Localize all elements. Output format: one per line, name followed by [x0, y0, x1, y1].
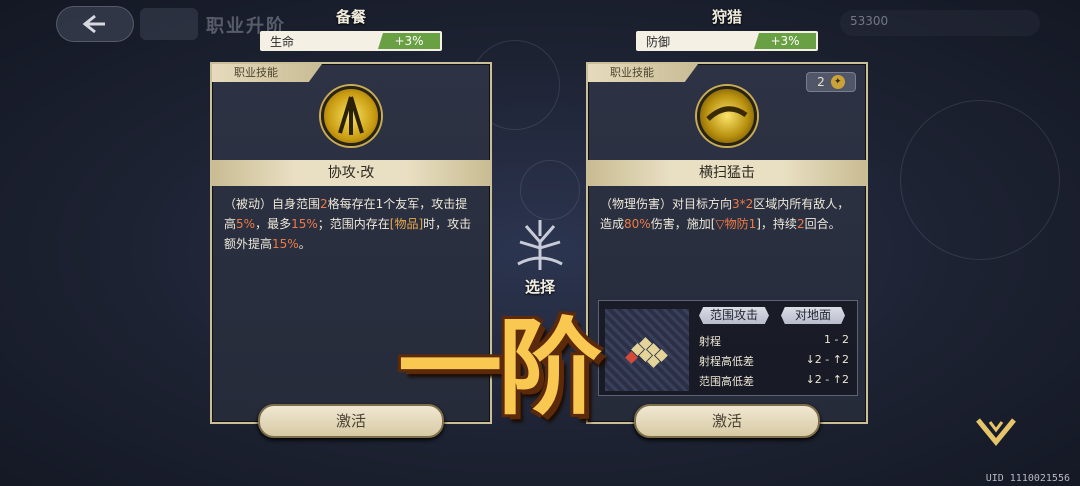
currency-value: 53300 — [850, 14, 889, 28]
tier-overlay-text: 一阶 — [398, 307, 602, 429]
range-grid — [605, 309, 689, 391]
badge-count: 2 — [817, 75, 825, 89]
range-row: 射程 1 - 2 — [699, 333, 849, 348]
sword-emblem-icon — [321, 86, 381, 146]
star-icon: ✦ — [830, 75, 845, 89]
right-skill-card[interactable]: 职业技能 2 ✦ 横扫猛击 （物理伤害）对目标方向3*2区域内所有敌人，造成80… — [586, 62, 868, 424]
right-stat-label: 防御 — [646, 34, 671, 49]
left-class-header: 备餐 生命 +3% — [260, 6, 442, 51]
background-ring — [900, 100, 1060, 260]
left-stat-label: 生命 — [270, 34, 295, 49]
range-tag-area: 范围攻击 — [699, 307, 769, 324]
attack-range-panel: 范围攻击 对地面 射程 1 - 2 射程高低差 ↓2 - ↑2 范围高低差 ↓2 - … — [598, 300, 858, 396]
sweep-slash-icon — [697, 86, 757, 146]
right-card-tab: 职业技能 — [588, 64, 698, 82]
range-row: 射程高低差 ↓2 - ↑2 — [699, 353, 849, 368]
left-stat-bonus: +3% — [378, 33, 440, 49]
user-id: UID 1110021556 — [985, 473, 1070, 484]
chevron-down-icon[interactable] — [970, 412, 1022, 452]
right-class-header: 狩猎 防御 +3% — [636, 6, 818, 51]
left-card-tab: 职业技能 — [212, 64, 322, 82]
range-row: 范围高低差 ↓2 - ↑2 — [699, 373, 849, 388]
home-button[interactable] — [140, 8, 198, 40]
back-arrow-icon — [82, 14, 105, 34]
left-stat-bar: 生命 +3% — [260, 31, 442, 51]
left-skill-name: 协攻·改 — [212, 160, 490, 186]
right-class-title: 狩猎 — [711, 8, 742, 26]
left-skill-description: （被动）自身范围2格每存在1个友军，攻击提高5%，最多15%；范围内存在[物品]… — [224, 197, 472, 251]
left-class-title: 备餐 — [335, 8, 366, 26]
choose-label[interactable]: 选择 — [508, 276, 572, 297]
right-stat-bonus: +3% — [754, 33, 816, 49]
background-ring — [520, 160, 580, 220]
right-skill-description: （物理伤害）对目标方向3*2区域内所有敌人，造成80%伤害，施加[▽物防1]，持… — [600, 197, 850, 231]
right-skill-name: 横扫猛击 — [588, 160, 866, 186]
skill-count-badge[interactable]: 2 ✦ — [806, 72, 856, 92]
right-stat-bar: 防御 +3% — [636, 31, 818, 51]
back-button[interactable] — [56, 6, 134, 42]
range-tag-ground: 对地面 — [781, 307, 845, 324]
right-activate-button[interactable]: 激活 — [634, 404, 820, 438]
tree-emblem-icon[interactable] — [508, 212, 572, 274]
